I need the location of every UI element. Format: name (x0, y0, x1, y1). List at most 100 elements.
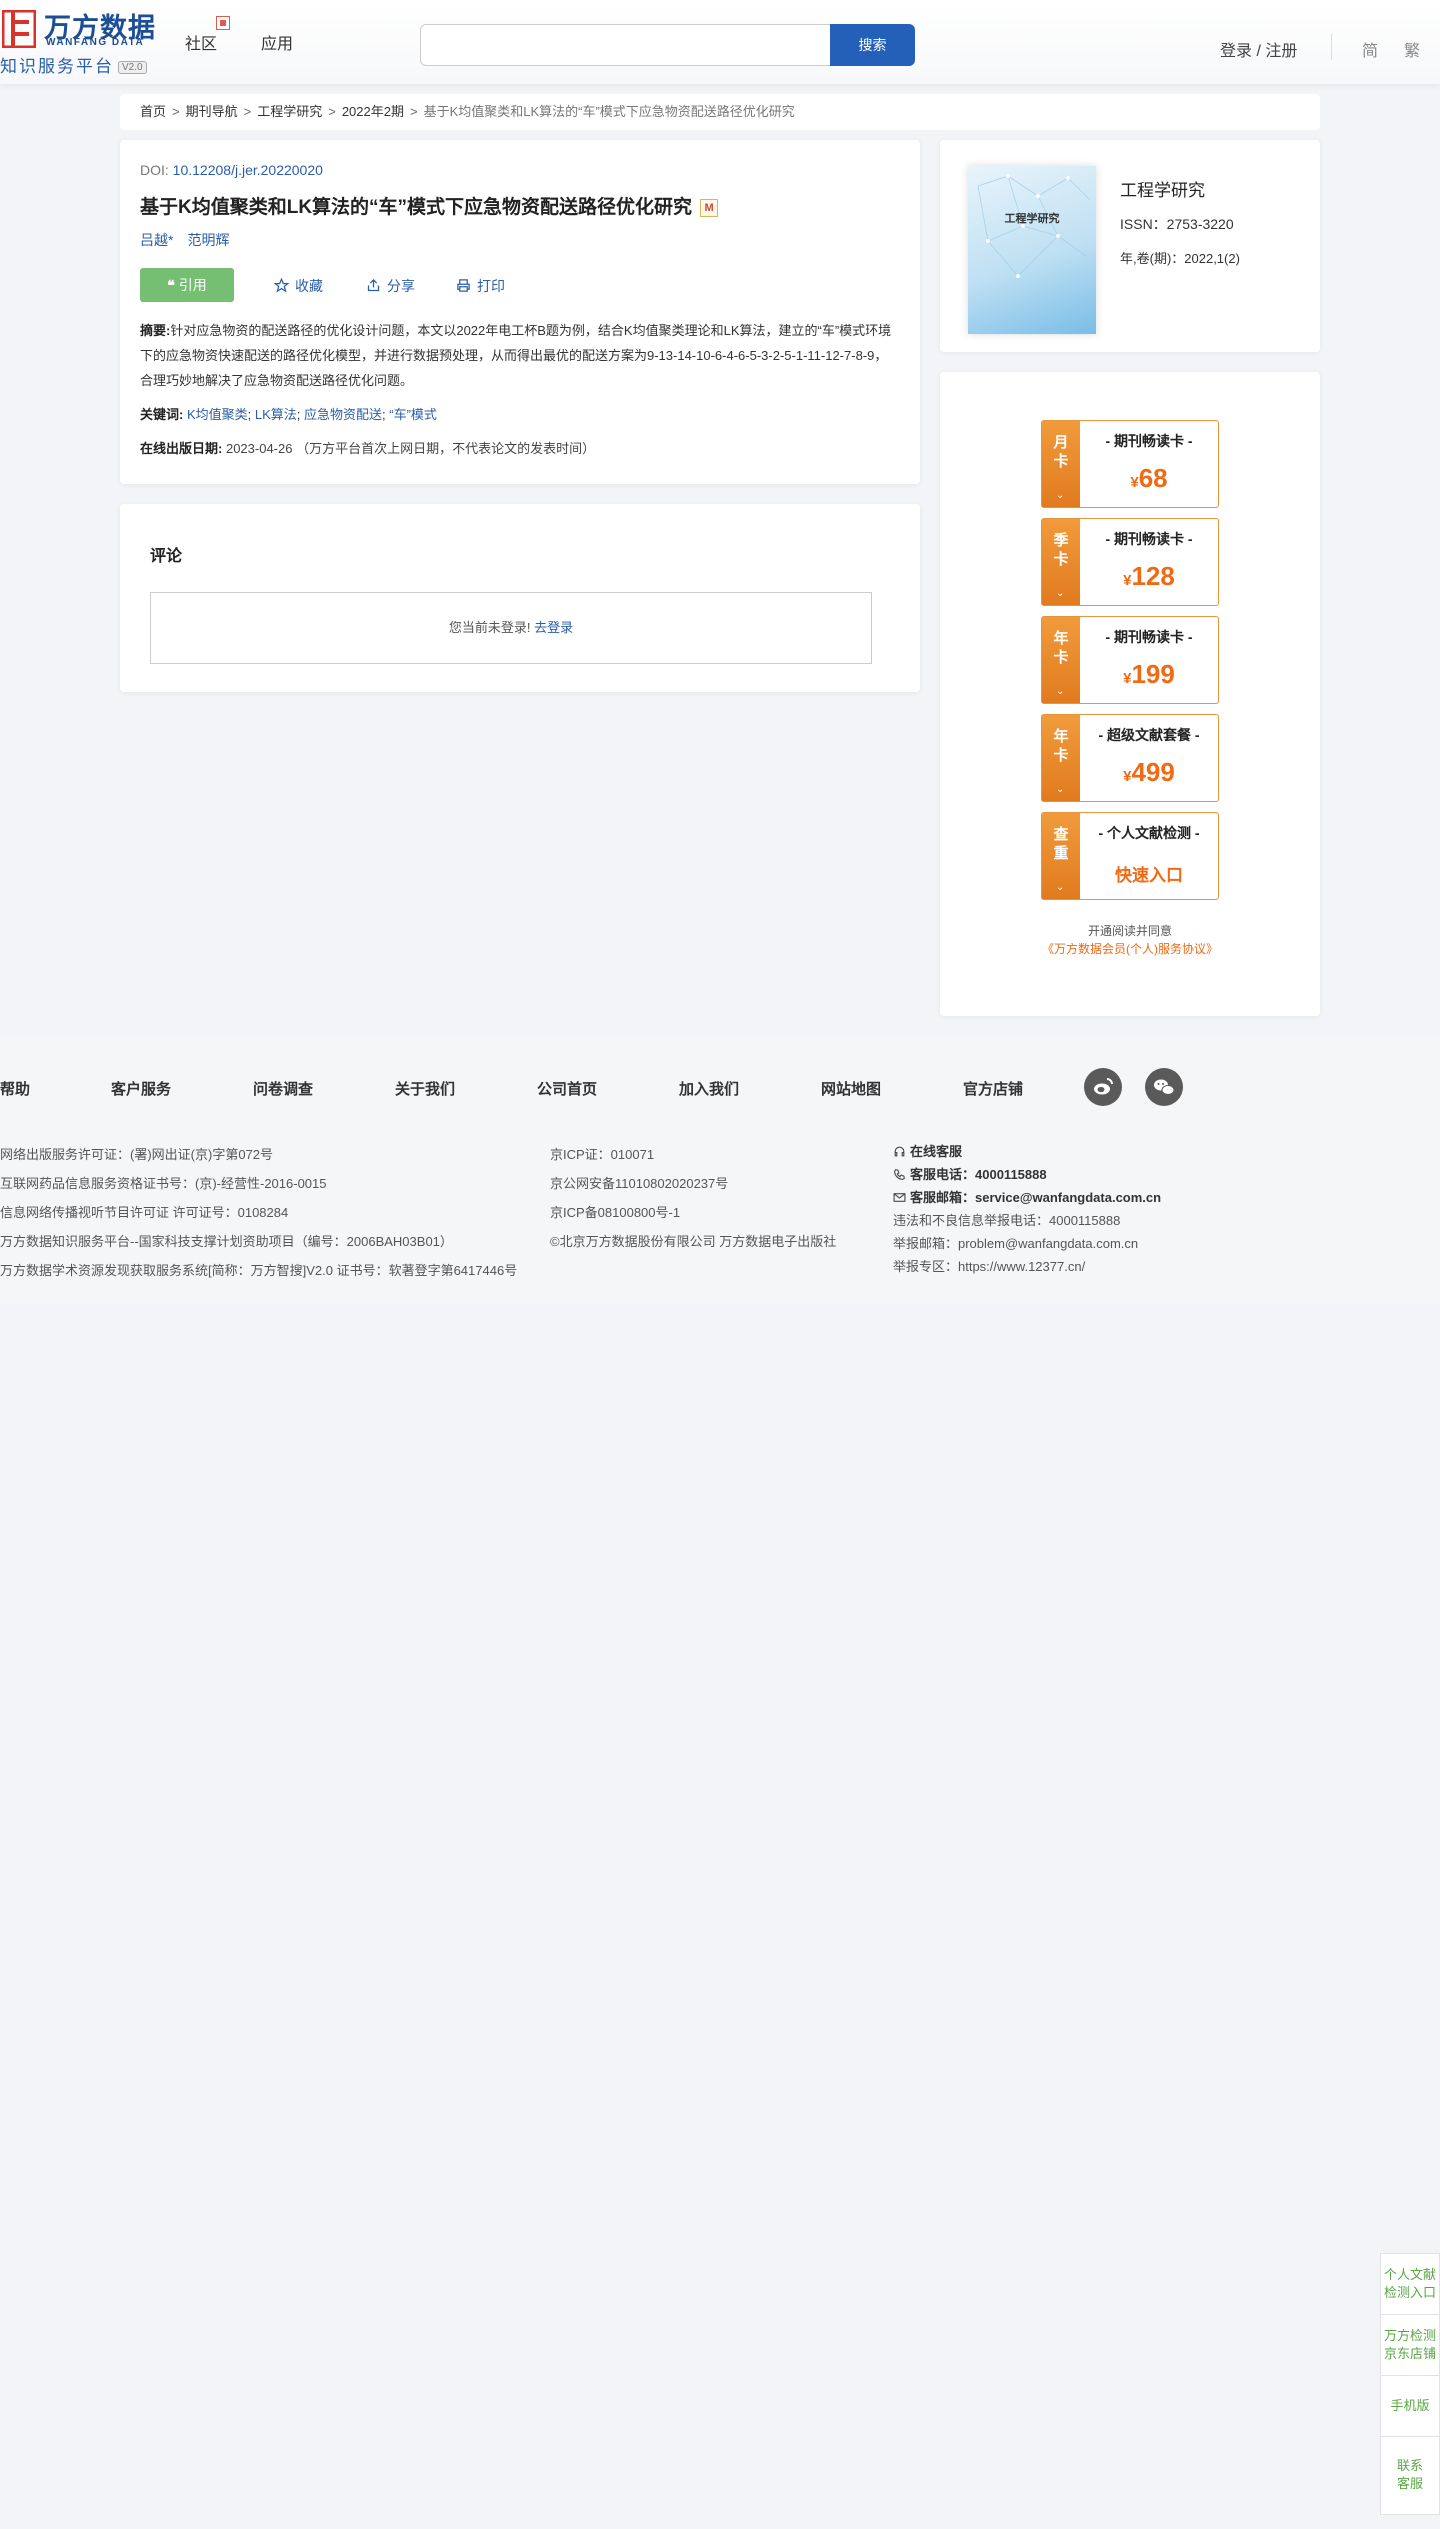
footer-nav-about[interactable]: 关于我们 (395, 1078, 455, 1099)
side-char: 年 (1053, 728, 1069, 745)
side-line: 万方检测 (1383, 2328, 1436, 2343)
keyword-link[interactable]: 应急物资配送 (304, 407, 382, 422)
keyword-link[interactable]: K均值聚类 (187, 407, 248, 422)
double-arrow-down-icon: ⌄ (1056, 784, 1065, 795)
phone-icon (894, 1169, 905, 1180)
price-value: 128 (1131, 561, 1175, 591)
article-card: DOI: 10.12208/j.jer.20220020 基于K均值聚类和LK算… (120, 140, 920, 484)
headset-icon (894, 1146, 905, 1157)
side-char: 卡 (1053, 453, 1069, 470)
author-link[interactable]: 范明辉 (187, 232, 229, 248)
card-side: 查重 ⌄ (1042, 813, 1080, 899)
wechat-icon[interactable] (1145, 1068, 1183, 1106)
print-button[interactable]: 打印 (456, 276, 505, 296)
card-name: - 个人文献检测 - (1098, 825, 1200, 841)
quarterly-card[interactable]: 季卡 ⌄ - 期刊畅读卡 - ¥128 (1041, 518, 1219, 606)
footer-licenses: 网络出版服务许可证：(署)网出证(京)字第072号 互联网药品信息服务资格证书号… (0, 1140, 517, 1285)
footer-nav-company[interactable]: 公司首页 (537, 1078, 597, 1099)
nav-community[interactable]: 社区 (185, 30, 217, 54)
lang-traditional[interactable]: 繁 (1404, 37, 1420, 61)
super-package-card[interactable]: 年卡 ⌄ - 超级文献套餐 - ¥499 (1041, 714, 1219, 802)
lang-simplified[interactable]: 简 (1362, 37, 1378, 61)
footer: 帮助 客户服务 问卷调查 关于我们 公司首页 加入我们 网站地图 官方店铺 网络… (0, 1036, 1440, 1304)
footer-nav-survey[interactable]: 问卷调查 (253, 1078, 313, 1099)
mail-icon (893, 1193, 906, 1202)
service-agreement-link[interactable]: 《万方数据会员(个人)服务协议》 (1042, 942, 1218, 956)
side-char: 月 (1053, 434, 1069, 451)
service-phone: 客服电话：4000115888 (893, 1163, 1161, 1186)
double-arrow-down-icon: ⌄ (1056, 490, 1065, 501)
annual-card[interactable]: 年卡 ⌄ - 期刊畅读卡 - ¥199 (1041, 616, 1219, 704)
double-arrow-down-icon: ⌄ (1056, 686, 1065, 697)
breadcrumb-journal[interactable]: 工程学研究 (257, 104, 322, 119)
report-phone: 违法和不良信息举报电话：4000115888 (893, 1213, 1121, 1228)
journal-name[interactable]: 工程学研究 (1120, 176, 1205, 201)
icp-license-link[interactable]: 京ICP证：010071 (550, 1140, 836, 1169)
doi-link[interactable]: 10.12208/j.jer.20220020 (173, 162, 323, 178)
online-service-link[interactable]: 在线客服 (893, 1140, 1161, 1163)
footer-nav-service[interactable]: 客户服务 (111, 1078, 171, 1099)
share-icon (367, 278, 380, 292)
cover-network-pattern (977, 174, 1091, 278)
go-login-link[interactable]: 去登录 (534, 620, 573, 635)
wanfang-logo[interactable]: 万方数据 WANFANG DATA 知识服务平台 V2.0 (0, 6, 160, 76)
side-mobile-version[interactable]: 手机版 (1381, 2376, 1439, 2437)
not-logged-in-text: 您当前未登录! (448, 620, 531, 635)
breadcrumb-journals[interactable]: 期刊导航 (186, 104, 238, 119)
side-jd-store[interactable]: 万方检测 京东店铺 (1381, 2315, 1439, 2376)
search-button[interactable]: 搜索 (830, 24, 915, 66)
side-char: 季 (1053, 532, 1069, 549)
doi-label: DOI: (140, 162, 169, 178)
journal-card: 工程学研究 工程学研究 ISSN：2753-3220 年,卷(期)：2022,1… (940, 140, 1320, 352)
breadcrumb-separator: > (409, 104, 418, 119)
journal-volume: 年,卷(期)：2022,1(2) (1120, 251, 1240, 266)
breadcrumb-home[interactable]: 首页 (140, 104, 166, 119)
favorite-button[interactable]: 收藏 (273, 276, 323, 296)
monthly-card[interactable]: 月卡 ⌄ - 期刊畅读卡 - ¥68 (1041, 420, 1219, 508)
footer-nav-sitemap[interactable]: 网站地图 (821, 1078, 881, 1099)
search-input[interactable] (420, 24, 830, 66)
footer-nav-join[interactable]: 加入我们 (679, 1078, 739, 1099)
side-contact-service[interactable]: 联系 客服 (1381, 2437, 1439, 2513)
footer-nav-help[interactable]: 帮助 (0, 1078, 30, 1099)
phone-label: 客服电话： (910, 1167, 976, 1182)
card-price: ¥68 (1080, 463, 1218, 494)
journal-cover[interactable]: 工程学研究 (968, 166, 1096, 334)
icp-record-link[interactable]: 京ICP备08100800号-1 (550, 1198, 836, 1227)
weibo-icon[interactable] (1084, 1068, 1122, 1106)
comments-title: 评论 (150, 548, 183, 565)
plagiarism-check-card[interactable]: 查重 ⌄ - 个人文献检测 - 快速入口 (1041, 812, 1219, 900)
side-char: 年 (1053, 630, 1069, 647)
price-value: 499 (1131, 757, 1175, 787)
nav-apps[interactable]: 应用 (261, 30, 293, 54)
license-line: 万方数据知识服务平台--国家科技支撑计划资助项目（编号：2006BAH03B01… (0, 1234, 453, 1249)
card-price: 快速入口 (1080, 861, 1218, 886)
card-price: ¥199 (1080, 659, 1218, 690)
abstract-label: 摘要: (140, 323, 171, 338)
breadcrumb-separator: > (243, 104, 252, 119)
footer-nav-store[interactable]: 官方店铺 (963, 1078, 1023, 1099)
login-register-link[interactable]: 登录 / 注册 (1220, 37, 1297, 61)
share-label: 分享 (387, 278, 415, 294)
keyword-link[interactable]: “车”模式 (389, 407, 437, 422)
cite-button[interactable]: ❝ 引用 (140, 268, 234, 302)
keyword-link[interactable]: LK算法 (255, 407, 297, 422)
quote-icon: ❝ (167, 277, 175, 293)
pubdate-label: 在线出版日期: (140, 441, 223, 456)
report-zone-link[interactable]: 举报专区：https://www.12377.cn/ (893, 1255, 1161, 1278)
card-side: 年卡 ⌄ (1042, 617, 1080, 703)
print-label: 打印 (477, 278, 505, 294)
card-name: - 超级文献套餐 - (1098, 727, 1200, 743)
breadcrumb-issue[interactable]: 2022年2期 (342, 104, 404, 119)
author-link[interactable]: 吕越* (140, 232, 173, 248)
agree-text: 开通阅读并同意 (1087, 924, 1172, 938)
side-line: 手机版 (1390, 2398, 1430, 2413)
side-plagiarism-entry[interactable]: 个人文献 检测入口 (1381, 2254, 1439, 2315)
license-line: 网络出版服务许可证：(署)网出证(京)字第072号 (0, 1147, 274, 1162)
police-record-link[interactable]: 京公网安备11010802020237号 (550, 1169, 836, 1198)
logo-subtitle-text: 知识服务平台 (0, 57, 114, 76)
license-line: 信息网络传播视听节目许可证 许可证号：0108284 (0, 1205, 289, 1220)
pubdate-note: （万方平台首次上网日期，不代表论文的发表时间） (296, 441, 596, 456)
share-button[interactable]: 分享 (366, 276, 415, 296)
online-service-label: 在线客服 (910, 1144, 963, 1159)
